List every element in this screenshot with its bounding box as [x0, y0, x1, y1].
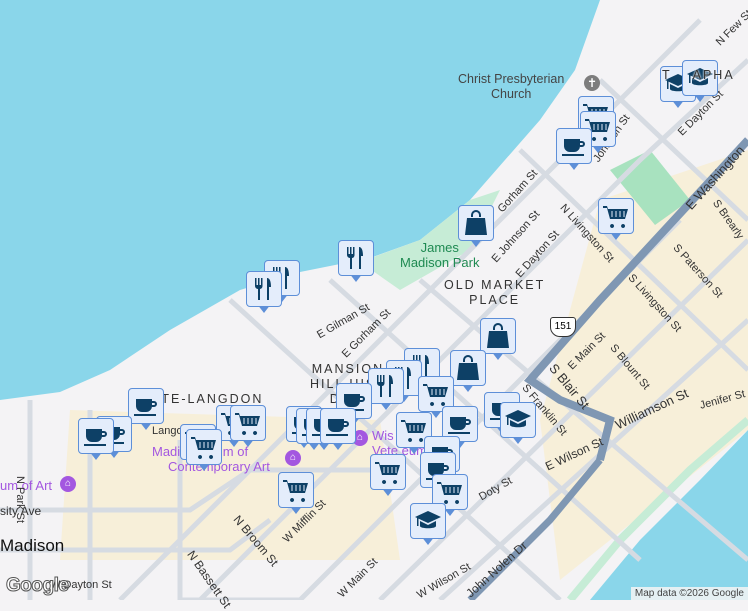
marker-box	[370, 454, 406, 490]
marker-box	[128, 388, 164, 424]
restaurant-icon	[347, 247, 363, 269]
shopping-cart-icon	[437, 482, 462, 504]
marker-box	[410, 503, 446, 539]
old-market-place-label: OLD MARKET PLACE	[444, 278, 546, 307]
map-marker-shopping-cart[interactable]	[230, 405, 266, 451]
marker-box	[338, 240, 374, 276]
marker-box	[246, 271, 282, 307]
map-marker-coffee[interactable]	[320, 408, 356, 454]
museum-icon: ⌂	[60, 476, 76, 492]
chazen-label[interactable]: um of Art	[0, 478, 52, 493]
marker-box	[556, 128, 592, 164]
shopping-bag-icon	[457, 355, 479, 380]
church-label[interactable]: Christ Presbyterian Church	[458, 72, 564, 102]
coffee-icon	[84, 429, 107, 446]
map-marker-school[interactable]	[682, 60, 718, 106]
map-marker-school[interactable]	[500, 402, 536, 448]
map-marker-shopping-bag[interactable]	[450, 350, 486, 396]
shopping-cart-icon	[235, 413, 260, 435]
school-icon	[505, 410, 531, 428]
marker-box	[500, 402, 536, 438]
route-shield-151: 151	[550, 317, 576, 337]
shopping-cart-icon	[283, 480, 308, 502]
map-marker-shopping-cart[interactable]	[370, 454, 406, 500]
map-marker-shopping-bag[interactable]	[458, 205, 494, 251]
marker-box	[480, 318, 516, 354]
shopping-cart-icon	[191, 437, 216, 459]
map-marker-school[interactable]	[410, 503, 446, 549]
city-label: Madison	[0, 536, 65, 555]
coffee-icon	[448, 417, 471, 434]
marker-box	[450, 350, 486, 386]
map-marker-coffee[interactable]	[556, 128, 592, 174]
restaurant-icon	[255, 278, 271, 300]
marker-box	[458, 205, 494, 241]
coffee-icon	[562, 139, 585, 156]
map-canvas[interactable]	[0, 0, 748, 600]
street-label: sity Ave	[0, 504, 42, 518]
marker-box	[78, 418, 114, 454]
shopping-cart-icon	[375, 462, 400, 484]
marker-box	[278, 472, 314, 508]
coffee-icon	[326, 419, 349, 436]
google-logo[interactable]: Google	[5, 575, 69, 597]
map-marker-coffee[interactable]	[128, 388, 164, 434]
shopping-bag-icon	[465, 210, 487, 235]
shopping-cart-icon	[423, 384, 448, 406]
restaurant-icon	[377, 375, 393, 397]
shopping-bag-icon	[487, 323, 509, 348]
marker-box	[598, 198, 634, 234]
map-marker-restaurant[interactable]	[368, 368, 404, 414]
map-marker-restaurant[interactable]	[246, 271, 282, 317]
marker-box	[186, 429, 222, 465]
church-icon: ✝	[584, 75, 600, 91]
map-marker-shopping-cart[interactable]	[598, 198, 634, 244]
school-icon	[415, 511, 441, 529]
map-attribution[interactable]: Map data ©2026 Google	[630, 587, 748, 600]
marker-box	[368, 368, 404, 404]
tenney-lapham-label: T APHA	[662, 68, 735, 82]
map-marker-shopping-cart[interactable]	[186, 429, 222, 475]
marker-box	[230, 405, 266, 441]
map-marker-shopping-cart[interactable]	[278, 472, 314, 518]
marker-box	[320, 408, 356, 444]
map-marker-restaurant[interactable]	[338, 240, 374, 286]
coffee-icon	[134, 399, 157, 416]
shopping-cart-icon	[603, 206, 628, 228]
map-marker-coffee[interactable]	[78, 418, 114, 464]
